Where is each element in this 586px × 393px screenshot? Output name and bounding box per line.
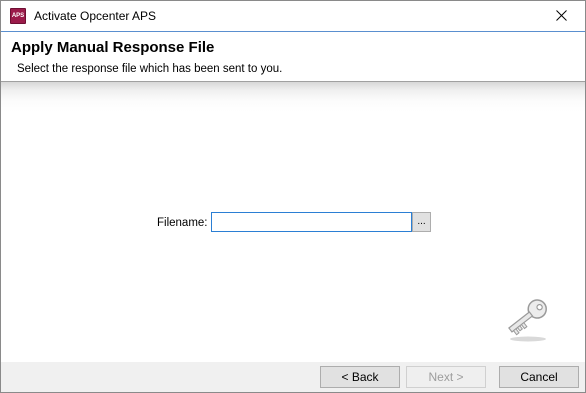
title-bar: APS Activate Opcenter APS (1, 1, 585, 31)
close-icon (556, 10, 567, 21)
next-button[interactable]: Next > (406, 366, 486, 388)
page-subtitle: Select the response file which has been … (17, 63, 283, 75)
window-title: Activate Opcenter APS (34, 9, 157, 23)
filename-label: Filename: (157, 217, 208, 229)
back-button[interactable]: < Back (320, 366, 400, 388)
button-bar: < Back Next > Cancel (1, 362, 585, 392)
page-title: Apply Manual Response File (11, 39, 215, 56)
filename-input[interactable] (211, 212, 412, 232)
key-icon (508, 299, 547, 342)
dialog-window: APS Activate Opcenter APS Apply Manual R… (0, 0, 586, 393)
wizard-content: Filename: ... (1, 82, 585, 362)
close-button[interactable] (539, 1, 585, 31)
app-icon-label: APS (11, 13, 25, 19)
wizard-header: Apply Manual Response File Select the re… (1, 31, 585, 81)
app-icon: APS (10, 8, 26, 24)
browse-button[interactable]: ... (412, 212, 431, 232)
cancel-button[interactable]: Cancel (499, 366, 579, 388)
